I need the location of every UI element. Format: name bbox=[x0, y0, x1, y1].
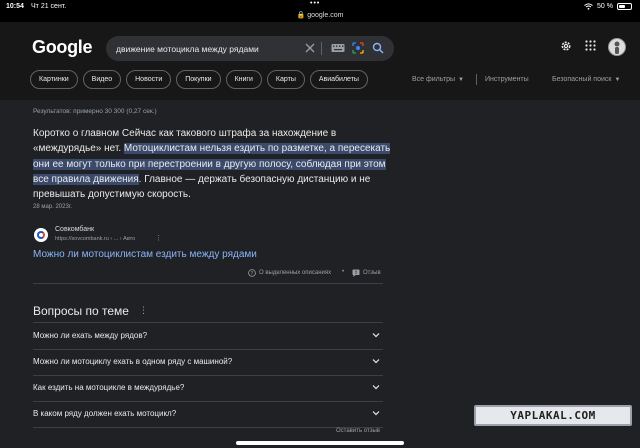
chevron-down-icon: ▼ bbox=[614, 77, 621, 83]
keyboard-icon[interactable] bbox=[331, 43, 345, 53]
paa-question[interactable]: Можно ли ехать между рядов? bbox=[33, 323, 383, 349]
svg-text:?: ? bbox=[251, 271, 254, 277]
chevron-down-icon bbox=[372, 411, 380, 416]
chevron-down-icon bbox=[372, 359, 380, 364]
google-logo[interactable]: Google bbox=[32, 37, 93, 58]
wifi-icon bbox=[584, 3, 593, 10]
result-title-link[interactable]: Можно ли мотоциклистам ездить между ряда… bbox=[33, 249, 257, 260]
paa-divider bbox=[33, 427, 383, 428]
settings-icon[interactable] bbox=[560, 40, 572, 52]
search-icon[interactable] bbox=[372, 42, 384, 54]
battery-fill bbox=[619, 5, 625, 8]
tab-images[interactable]: Картинки bbox=[30, 70, 78, 89]
search-tabs: Картинки Видео Новости Покупки Книги Кар… bbox=[30, 70, 368, 90]
paa-question-text: Можно ли ехать между рядов? bbox=[33, 331, 148, 340]
tools-button[interactable]: Инструменты bbox=[485, 76, 529, 83]
tools-label: Инструменты bbox=[485, 76, 529, 83]
leave-feedback-link[interactable]: Оставить отзыв bbox=[336, 428, 380, 434]
battery-percent: 50 % bbox=[597, 3, 613, 10]
search-divider bbox=[321, 42, 322, 55]
safe-search-button[interactable]: Безопасный поиск ▼ bbox=[552, 76, 620, 83]
lock-icon: 🔒 bbox=[296, 12, 306, 19]
all-filters-button[interactable]: Все фильтры ▼ bbox=[412, 76, 464, 83]
about-featured-label: О выделенных описаниях bbox=[259, 270, 332, 276]
snippet-date: 28 мар. 2023г. bbox=[33, 204, 72, 210]
tab-news[interactable]: Новости bbox=[126, 70, 172, 89]
chevron-down-icon bbox=[372, 333, 380, 338]
paa-question[interactable]: Можно ли мотоциклу ехать в одном ряду с … bbox=[33, 349, 383, 375]
paa-question[interactable]: В каком ряду должен ехать мотоцикл? bbox=[33, 401, 383, 427]
safe-search-label: Безопасный поиск bbox=[552, 76, 612, 83]
source-name[interactable]: Совкомбанк bbox=[55, 226, 94, 233]
tab-maps[interactable]: Карты bbox=[266, 70, 305, 89]
tab-video[interactable]: Видео bbox=[82, 70, 122, 89]
chevron-down-icon: ▼ bbox=[458, 77, 464, 83]
search-header: Google Картинки Видео Новости Покупки Кн… bbox=[0, 22, 640, 100]
tools-divider bbox=[476, 74, 477, 85]
paa-more-icon[interactable]: ⋮ bbox=[139, 305, 148, 316]
status-time: 10:54 bbox=[6, 3, 24, 10]
all-filters-label: Все фильтры bbox=[412, 76, 455, 83]
clear-icon[interactable] bbox=[304, 42, 316, 54]
about-featured-snippets[interactable]: ? О выделенных описаниях bbox=[248, 269, 331, 277]
tab-shopping[interactable]: Покупки bbox=[176, 70, 221, 89]
avatar[interactable] bbox=[608, 38, 626, 56]
source-url[interactable]: https://sovcombank.ru › ... › Авто bbox=[55, 236, 135, 242]
results-count: Результатов: примерно 30 300 (0,27 сек.) bbox=[33, 108, 157, 115]
feedback-icon bbox=[352, 269, 360, 277]
tab-flights[interactable]: Авиабилеты bbox=[309, 70, 368, 89]
address-url: google.com bbox=[307, 12, 344, 19]
section-divider bbox=[33, 283, 383, 284]
lens-icon[interactable] bbox=[352, 42, 364, 54]
chevron-down-icon bbox=[372, 385, 380, 390]
paa-question-text: Как ездить на мотоцикле в междурядье? bbox=[33, 383, 185, 392]
avatar-figure-icon bbox=[614, 41, 620, 54]
status-right: 50 % bbox=[584, 3, 632, 10]
address-bar[interactable]: 🔒 google.com bbox=[0, 11, 640, 19]
help-icon: ? bbox=[248, 269, 256, 277]
featured-snippet: Коротко о главном Сейчас как такового шт… bbox=[33, 126, 393, 202]
status-bar: 10:54 Чт 21 сент. ••• 🔒 google.com 50 % bbox=[0, 0, 640, 22]
paa-question[interactable]: Как ездить на мотоцикле в междурядье? bbox=[33, 375, 383, 401]
more-options-icon[interactable]: ⋮ bbox=[155, 234, 162, 242]
feedback-label: Отзыв bbox=[363, 270, 381, 276]
watermark-logo: YAPLAKAL.COM bbox=[474, 405, 632, 426]
paa-title: Вопросы по теме bbox=[33, 304, 129, 318]
status-date: Чт 21 сент. bbox=[31, 3, 67, 10]
paa-question-text: Можно ли мотоциклу ехать в одном ряду с … bbox=[33, 357, 233, 366]
paa-question-text: В каком ряду должен ехать мотоцикл? bbox=[33, 409, 177, 418]
search-input[interactable] bbox=[116, 41, 296, 56]
home-indicator[interactable] bbox=[236, 441, 404, 445]
battery-icon bbox=[617, 3, 632, 10]
feedback-dot: • bbox=[342, 269, 345, 275]
search-box[interactable] bbox=[106, 36, 394, 61]
feedback-button[interactable]: Отзыв bbox=[352, 269, 381, 277]
more-dots-icon[interactable]: ••• bbox=[310, 0, 320, 7]
tab-books[interactable]: Книги bbox=[225, 70, 262, 89]
source-favicon[interactable] bbox=[34, 228, 48, 242]
apps-icon[interactable] bbox=[585, 40, 596, 51]
